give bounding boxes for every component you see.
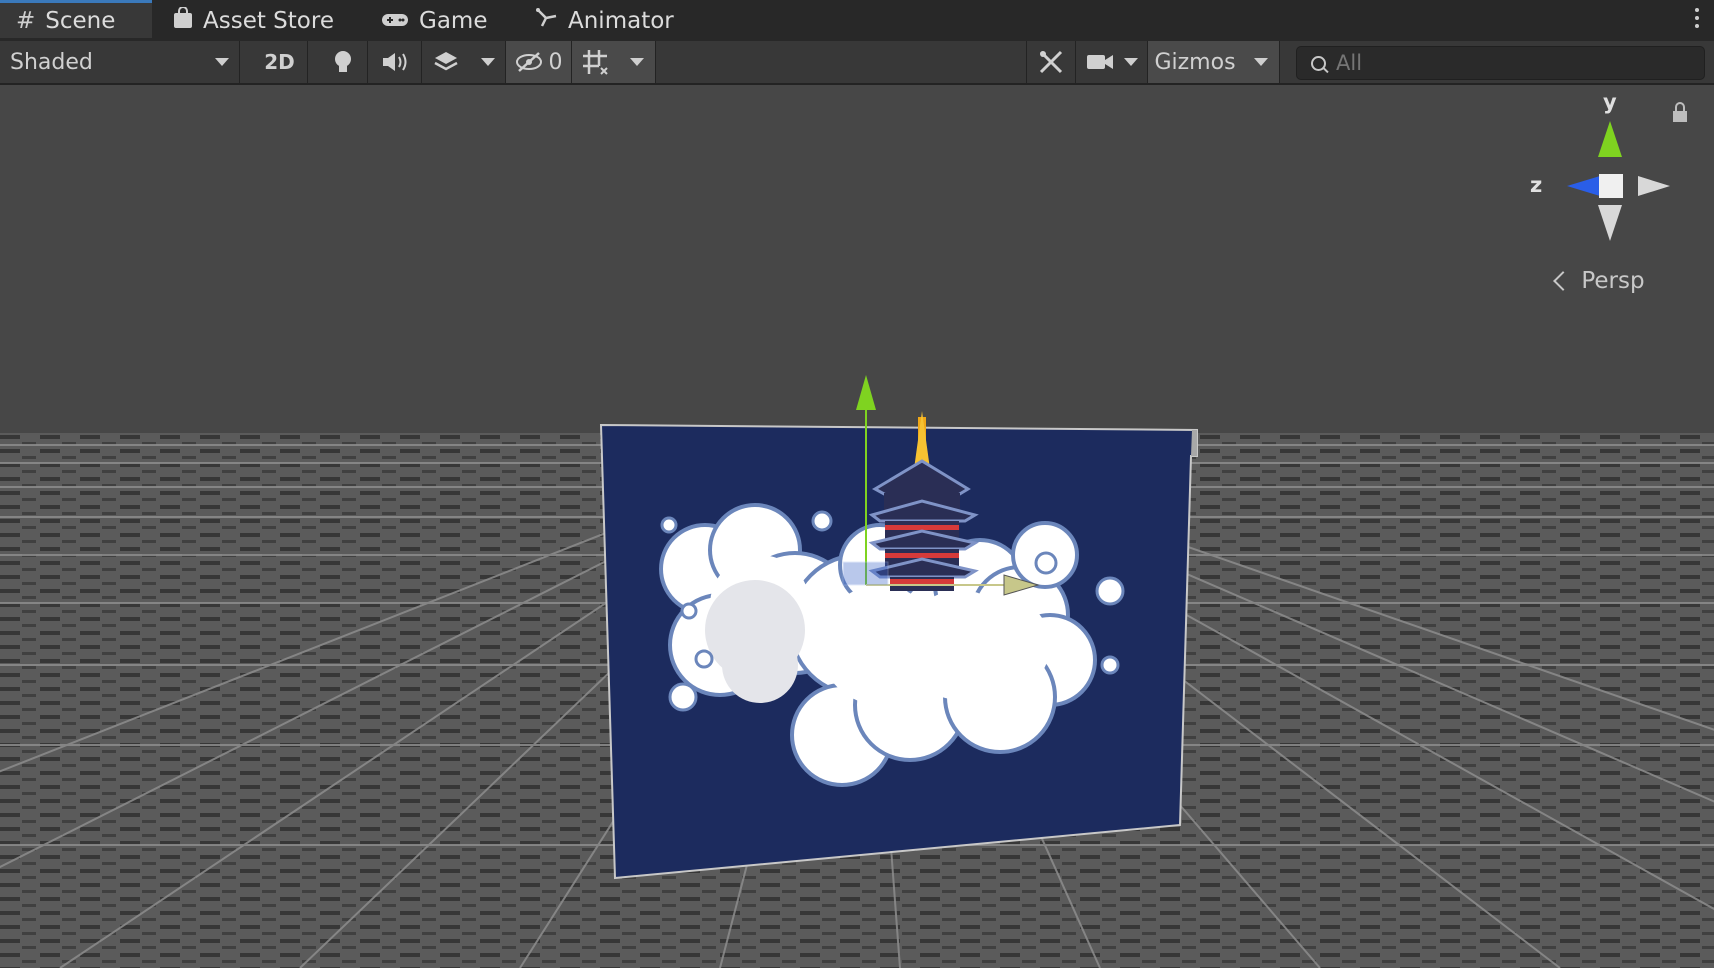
scene-toolbar: Shaded 2D 0 Gizmos xyxy=(0,41,1714,85)
draw-mode-dropdown[interactable]: Shaded xyxy=(0,41,240,83)
tab-label: Animator xyxy=(568,7,674,34)
tab-game[interactable]: Game xyxy=(381,0,487,41)
scene-visibility-toggle[interactable]: 0 xyxy=(506,41,572,83)
gamepad-icon xyxy=(381,8,409,34)
animator-icon xyxy=(536,7,558,34)
grid-snap-icon xyxy=(583,50,608,75)
tab-label: Asset Store xyxy=(203,7,334,34)
gizmos-label: Gizmos xyxy=(1154,49,1236,75)
2d-toggle-button[interactable]: 2D xyxy=(252,41,308,83)
chevron-down-icon xyxy=(215,58,229,66)
gizmo-y-label: y xyxy=(1603,90,1617,114)
layers-icon xyxy=(434,52,458,71)
chevron-down-icon xyxy=(629,58,644,66)
projection-label: Persp xyxy=(1581,268,1645,294)
grid-dropdown[interactable] xyxy=(618,41,656,83)
gizmos-button[interactable]: Gizmos xyxy=(1148,41,1242,83)
sky-background xyxy=(0,85,1714,435)
lightbulb-icon xyxy=(334,51,351,72)
tab-scene[interactable]: # Scene xyxy=(0,0,152,38)
chevron-down-icon xyxy=(1253,58,1268,66)
projection-toggle[interactable]: Persp xyxy=(1553,268,1645,294)
shopping-bag-icon xyxy=(173,5,193,35)
search-input[interactable] xyxy=(1334,50,1678,76)
scene-viewport[interactable]: y z Persp xyxy=(0,85,1714,968)
camera-settings-button[interactable] xyxy=(1076,41,1148,83)
effects-toggle-button[interactable] xyxy=(422,41,470,83)
camera-icon xyxy=(1086,55,1113,69)
tools-icon xyxy=(1039,50,1063,74)
tab-label: Game xyxy=(419,7,488,34)
chevron-left-icon xyxy=(1553,271,1573,291)
hidden-eye-icon xyxy=(515,52,542,72)
chevron-down-icon xyxy=(1123,58,1138,66)
grid-icon: # xyxy=(16,7,36,34)
search-icon xyxy=(1311,55,1326,71)
hidden-count: 0 xyxy=(548,49,563,75)
tab-bar: # Scene Asset Store Game Animator xyxy=(0,0,1714,42)
tab-animator[interactable]: Animator xyxy=(536,0,674,41)
more-options-icon[interactable] xyxy=(1694,8,1700,32)
gizmos-dropdown[interactable] xyxy=(1242,41,1280,83)
2d-label: 2D xyxy=(264,50,295,74)
tab-asset-store[interactable]: Asset Store xyxy=(173,0,334,41)
scene-render xyxy=(0,85,1714,968)
chevron-down-icon xyxy=(480,58,495,66)
gizmo-z-label: z xyxy=(1530,173,1543,197)
scene-search[interactable] xyxy=(1296,46,1705,80)
lighting-toggle-button[interactable] xyxy=(318,41,368,83)
speaker-icon xyxy=(382,53,406,71)
tools-button[interactable] xyxy=(1026,41,1076,83)
grid-snapping-button[interactable] xyxy=(572,41,618,83)
audio-toggle-button[interactable] xyxy=(368,41,422,83)
effects-dropdown[interactable] xyxy=(470,41,506,83)
draw-mode-label: Shaded xyxy=(10,49,93,75)
tab-label: Scene xyxy=(45,7,116,34)
